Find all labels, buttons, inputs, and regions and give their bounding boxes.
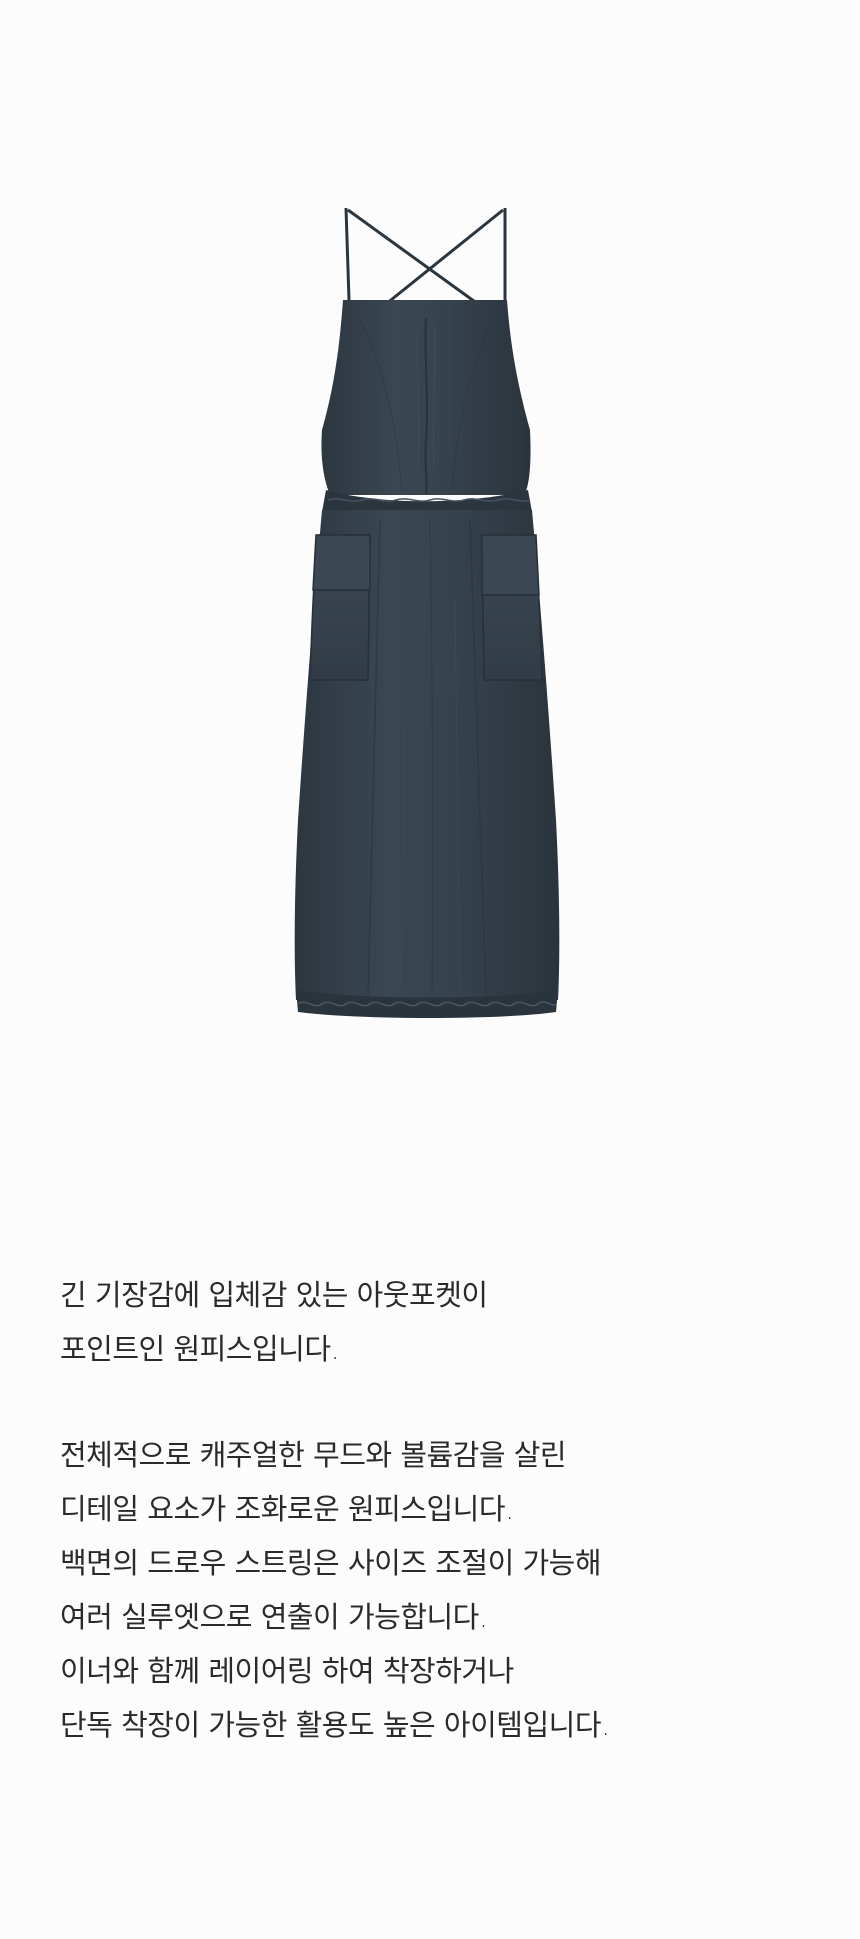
description-line: 포인트인 원피스입니다. bbox=[60, 1332, 340, 1366]
description-line: 백면의 드로우 스트링은 사이즈 조절이 가능해 bbox=[60, 1546, 602, 1580]
description-line: 여러 실루엣으로 연출이 가능합니다. bbox=[60, 1600, 488, 1634]
description-line: 디테일 요소가 조화로운 원피스입니다. bbox=[60, 1492, 514, 1526]
description-line: 전체적으로 캐주얼한 무드와 볼륨감을 살린 bbox=[60, 1438, 567, 1472]
description-paragraph-1: 긴 기장감에 입체감 있는 아웃포켓이 포인트인 원피스입니다. bbox=[60, 1268, 820, 1376]
product-photo bbox=[0, 0, 860, 1150]
product-description: 긴 기장감에 입체감 있는 아웃포켓이 포인트인 원피스입니다. 전체적으로 캐… bbox=[60, 1268, 820, 1752]
dress-icon bbox=[294, 207, 560, 1018]
dress-right-pocket bbox=[481, 534, 543, 681]
description-line: 단독 착장이 가능한 활용도 높은 아이템입니다. bbox=[60, 1708, 610, 1742]
dress-left-pocket bbox=[309, 534, 371, 681]
description-line: 긴 기장감에 입체감 있는 아웃포켓이 bbox=[60, 1278, 488, 1312]
description-paragraph-2: 전체적으로 캐주얼한 무드와 볼륨감을 살린 디테일 요소가 조화로운 원피스입… bbox=[60, 1428, 820, 1752]
description-line: 이너와 함께 레이어링 하여 착장하거나 bbox=[60, 1654, 514, 1688]
dress-straps bbox=[344, 207, 507, 306]
